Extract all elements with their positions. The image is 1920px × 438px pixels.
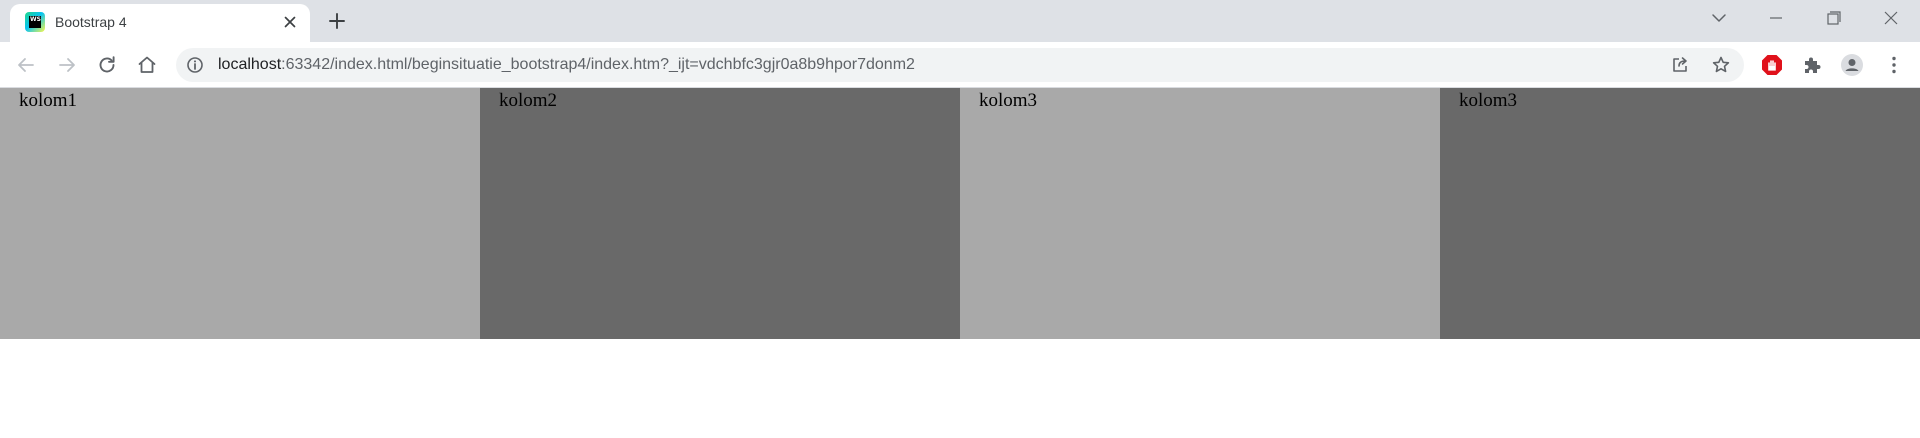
url-host: localhost	[218, 56, 282, 73]
tab-bootstrap-4[interactable]: WS Bootstrap 4	[10, 4, 310, 42]
extensions-puzzle-icon[interactable]	[1800, 53, 1824, 77]
site-info-icon[interactable]	[186, 56, 204, 74]
url-path: :63342/index.html/beginsituatie_bootstra…	[281, 56, 915, 73]
close-window-icon[interactable]	[1880, 7, 1902, 29]
page-content: kolom1 kolom2 kolom3 kolom3	[0, 88, 1920, 438]
profile-avatar-icon[interactable]	[1840, 53, 1864, 77]
column-1: kolom1	[0, 88, 480, 339]
adblock-extension-icon[interactable]	[1760, 53, 1784, 77]
column-label: kolom3	[1459, 90, 1518, 111]
address-bar[interactable]: localhost:63342/index.html/beginsituatie…	[176, 48, 1744, 82]
column-label: kolom1	[19, 90, 78, 111]
column-2: kolom2	[480, 88, 960, 339]
minimize-icon[interactable]	[1765, 7, 1787, 29]
tab-strip: WS Bootstrap 4	[0, 0, 1920, 42]
column-label: kolom2	[499, 90, 558, 111]
close-tab-icon[interactable]	[282, 14, 298, 30]
share-icon[interactable]	[1670, 55, 1690, 75]
address-url[interactable]: localhost:63342/index.html/beginsituatie…	[218, 56, 915, 74]
back-arrow-icon[interactable]	[14, 53, 38, 77]
bookmark-star-icon[interactable]	[1711, 55, 1731, 75]
tab-title: Bootstrap 4	[55, 14, 127, 30]
favicon-text: WS	[29, 16, 41, 28]
column-3: kolom3	[960, 88, 1440, 339]
browser-window: WS Bootstrap 4 localhost:63342/index.htm…	[0, 0, 1920, 438]
reload-icon[interactable]	[95, 53, 119, 77]
bootstrap-row: kolom1 kolom2 kolom3 kolom3	[0, 88, 1920, 339]
more-menu-icon[interactable]	[1882, 53, 1906, 77]
restore-icon[interactable]	[1823, 7, 1845, 29]
home-icon[interactable]	[135, 53, 159, 77]
forward-arrow-icon[interactable]	[55, 53, 79, 77]
column-label: kolom3	[979, 90, 1038, 111]
webstorm-icon: WS	[25, 12, 45, 32]
tab-search-chevron-down-icon[interactable]	[1708, 7, 1730, 29]
browser-toolbar: localhost:63342/index.html/beginsituatie…	[0, 42, 1920, 88]
column-4: kolom3	[1440, 88, 1920, 339]
new-tab-icon[interactable]	[326, 10, 348, 32]
